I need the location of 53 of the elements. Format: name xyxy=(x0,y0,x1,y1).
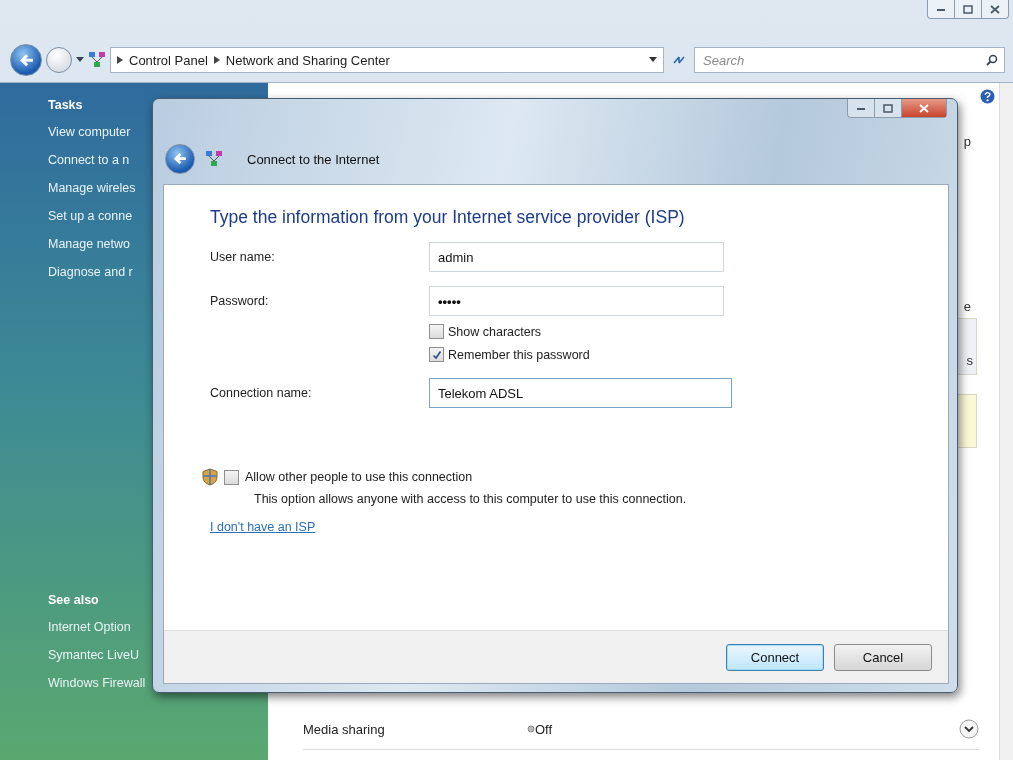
input-field[interactable]: admin xyxy=(429,242,724,272)
breadcrumb[interactable]: Control Panel xyxy=(129,52,208,68)
expand-icon[interactable] xyxy=(959,719,979,739)
search-field[interactable]: Search xyxy=(694,47,1005,73)
dialog-button[interactable]: Cancel xyxy=(834,643,932,671)
search-input[interactable]: Search xyxy=(701,51,986,69)
dropdown-icon[interactable] xyxy=(76,57,84,63)
checkbox[interactable] xyxy=(429,324,444,339)
chevron-icon xyxy=(117,56,123,64)
field-label: Connection name: xyxy=(210,386,313,400)
checkbox[interactable] xyxy=(429,347,444,362)
network-icon xyxy=(205,150,223,168)
option-description: This option allows anyone with access to this computer to use this connection. xyxy=(254,492,688,506)
address-field[interactable]: Control Panel Network and Sharing Center xyxy=(110,47,664,73)
field-label: Password: xyxy=(210,294,270,308)
sidebar-heading: See also xyxy=(48,593,100,607)
minimize-icon xyxy=(936,6,946,12)
text-fragment: p xyxy=(963,134,972,149)
network-icon xyxy=(88,51,106,69)
checkbox-label[interactable]: Show characters xyxy=(448,324,542,339)
close-icon xyxy=(990,4,1000,14)
search-icon xyxy=(986,54,998,66)
minimize-icon xyxy=(856,105,866,111)
close-button[interactable] xyxy=(901,99,946,117)
input-field[interactable]: Telekom ADSL xyxy=(429,378,732,408)
text-fragment: e xyxy=(963,299,972,314)
dialog-title: Connect to the Internet xyxy=(247,151,380,167)
help-icon[interactable] xyxy=(980,89,995,104)
back-arrow-icon xyxy=(172,151,188,167)
chevron-icon xyxy=(213,56,220,64)
back-button[interactable] xyxy=(165,144,195,174)
status-text: Off xyxy=(535,721,553,737)
back-button[interactable] xyxy=(10,44,42,76)
input-field[interactable]: ••••• xyxy=(429,286,724,316)
checkbox-label[interactable]: Allow other people to use this connection xyxy=(245,470,473,484)
sidebar-heading: Tasks xyxy=(48,98,84,112)
checkmark-icon xyxy=(431,349,442,360)
no-isp-link[interactable]: I don't have an ISP xyxy=(210,520,316,534)
dropdown-icon[interactable] xyxy=(649,57,657,63)
scrollbar[interactable] xyxy=(999,83,1013,760)
maximize-icon xyxy=(963,4,973,14)
text-fragment: s xyxy=(966,353,974,368)
close-icon xyxy=(919,103,929,113)
dialog-button[interactable]: Connect xyxy=(726,643,824,671)
checkbox-label[interactable]: Remember this password xyxy=(448,347,590,362)
breadcrumb[interactable]: Network and Sharing Center xyxy=(225,52,390,68)
dialog-heading: Type the information from your Internet service provider (ISP) xyxy=(210,207,686,228)
setting-label: Media sharing xyxy=(303,721,386,737)
field-label: User name: xyxy=(210,250,276,264)
shield-icon xyxy=(202,468,218,486)
maximize-icon xyxy=(883,103,893,113)
checkbox[interactable] xyxy=(224,469,239,485)
status-dot-icon xyxy=(527,725,535,733)
